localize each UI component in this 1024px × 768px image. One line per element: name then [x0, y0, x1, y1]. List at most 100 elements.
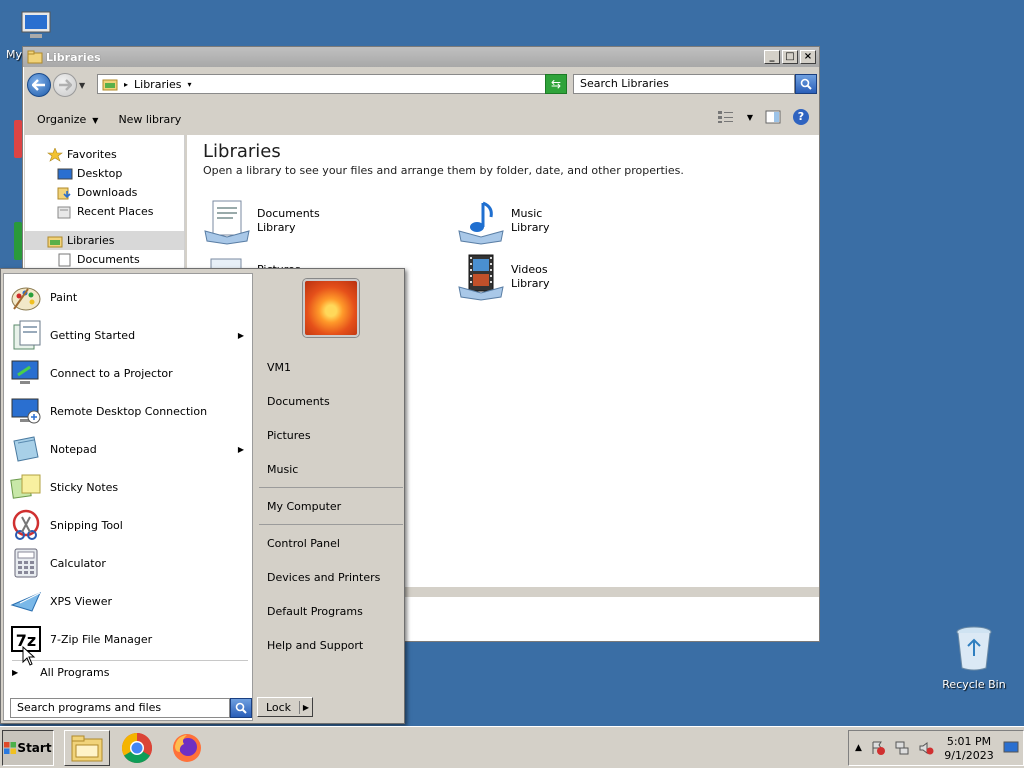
- user-picture-flower[interactable]: [303, 279, 359, 337]
- clock-date: 9/1/2023: [944, 749, 994, 762]
- firefox-icon: [173, 734, 201, 762]
- taskbar-explorer[interactable]: [64, 730, 110, 766]
- view-options-dropdown-icon[interactable]: ▼: [747, 113, 753, 122]
- library-music[interactable]: Music Library: [457, 197, 549, 245]
- desktop-icon-recycle-bin[interactable]: Recycle Bin: [934, 624, 1014, 691]
- all-programs-button[interactable]: ▶ All Programs: [12, 666, 109, 679]
- show-hidden-icons-icon[interactable]: ▲: [855, 743, 862, 753]
- place-control-panel[interactable]: Control Panel: [267, 537, 340, 550]
- desktop-icon: [57, 168, 73, 179]
- nav-item-favorites[interactable]: Favorites: [25, 145, 184, 164]
- library-videos[interactable]: Videos Library: [457, 253, 549, 301]
- nav-item-downloads[interactable]: Downloads: [25, 183, 184, 202]
- maximize-button[interactable]: □: [782, 50, 798, 64]
- action-center-flag-icon[interactable]: [870, 740, 886, 756]
- documents-icon: [58, 253, 71, 266]
- program-label: Connect to a Projector: [50, 366, 173, 380]
- start-label: Start: [17, 741, 52, 755]
- search-libraries-input[interactable]: Search Libraries: [573, 74, 795, 94]
- address-bar-row: ▼ ▸ Libraries ▾ ▼ ⇆ Search Libraries: [23, 71, 819, 99]
- nav-item-documents[interactable]: Documents: [25, 250, 184, 269]
- program-7zip[interactable]: 7z 7-Zip File Manager: [10, 622, 250, 656]
- nav-label: Favorites: [67, 148, 117, 161]
- program-notepad[interactable]: Notepad ▶: [10, 432, 250, 466]
- show-desktop-icon[interactable]: [1003, 741, 1019, 755]
- nav-label: Desktop: [77, 167, 123, 180]
- program-label: Notepad: [50, 442, 97, 456]
- nav-label: Libraries: [67, 234, 115, 247]
- page-title: Libraries: [203, 141, 281, 162]
- search-icon: [800, 78, 812, 90]
- programs-separator: [12, 660, 248, 661]
- recent-pages-dropdown[interactable]: ▼: [79, 81, 85, 90]
- place-devices-printers[interactable]: Devices and Printers: [267, 571, 380, 584]
- close-button[interactable]: ×: [800, 50, 816, 64]
- program-remote-desktop[interactable]: Remote Desktop Connection: [10, 394, 250, 428]
- taskbar-chrome[interactable]: [114, 730, 160, 766]
- library-type: Library: [511, 277, 550, 290]
- window-titlebar[interactable]: Libraries _ □ ×: [23, 47, 819, 67]
- organize-label: Organize: [37, 112, 87, 126]
- nav-item-libraries[interactable]: Libraries: [25, 231, 184, 250]
- desktop-icon-partial[interactable]: [14, 222, 22, 260]
- lock-button[interactable]: Lock ▶: [257, 697, 313, 717]
- search-button[interactable]: [795, 74, 817, 94]
- new-library-button[interactable]: New library: [112, 113, 195, 126]
- refresh-button[interactable]: ⇆: [545, 74, 567, 94]
- snipping-tool-icon: [12, 509, 40, 540]
- place-default-programs[interactable]: Default Programs: [267, 605, 363, 618]
- breadcrumb-separator-icon[interactable]: ▸: [124, 80, 128, 89]
- program-sticky-notes[interactable]: Sticky Notes: [10, 470, 250, 504]
- place-documents[interactable]: Documents: [267, 395, 330, 408]
- clock[interactable]: 5:01 PM 9/1/2023: [941, 735, 997, 763]
- downloads-folder-icon: [57, 187, 71, 199]
- forward-arrow-icon: [59, 79, 72, 91]
- organize-button[interactable]: Organize ▼: [23, 113, 112, 126]
- change-view-icon[interactable]: [717, 110, 735, 124]
- chevron-right-icon: ▶: [12, 668, 19, 677]
- forward-button[interactable]: [53, 73, 77, 97]
- place-pictures[interactable]: Pictures: [267, 429, 311, 442]
- minimize-button[interactable]: _: [764, 50, 780, 64]
- projector-icon: [11, 360, 39, 384]
- nav-item-desktop[interactable]: Desktop: [25, 164, 184, 183]
- library-name: Documents: [257, 207, 320, 220]
- breadcrumb-libraries[interactable]: Libraries: [134, 78, 182, 91]
- program-connect-projector[interactable]: Connect to a Projector: [10, 356, 250, 390]
- nav-item-recent-places[interactable]: Recent Places: [25, 202, 184, 221]
- desktop-icon-partial[interactable]: [14, 120, 22, 158]
- back-button[interactable]: [27, 73, 51, 97]
- address-field[interactable]: ▸ Libraries ▾ ▼: [97, 74, 567, 94]
- place-music[interactable]: Music: [267, 463, 298, 476]
- start-search-button[interactable]: [230, 698, 252, 718]
- place-help-support[interactable]: Help and Support: [267, 639, 363, 652]
- program-label: Paint: [50, 290, 78, 304]
- program-getting-started[interactable]: Getting Started ▶: [10, 318, 250, 352]
- places-separator: [259, 524, 403, 525]
- program-label: 7-Zip File Manager: [50, 632, 153, 646]
- program-snipping-tool[interactable]: Snipping Tool: [10, 508, 250, 542]
- getting-started-icon: [13, 320, 41, 350]
- program-label: XPS Viewer: [50, 594, 113, 608]
- start-search-input[interactable]: Search programs and files: [10, 698, 230, 718]
- library-documents[interactable]: Documents Library: [203, 197, 320, 245]
- preview-pane-icon[interactable]: [765, 110, 781, 124]
- taskbar-firefox[interactable]: [164, 730, 210, 766]
- recycle-bin-icon: [956, 626, 992, 671]
- recent-places-icon: [57, 206, 71, 218]
- place-user-folder[interactable]: VM1: [267, 361, 291, 374]
- breadcrumb-dropdown-icon[interactable]: ▾: [188, 80, 192, 89]
- chevron-down-icon: ▼: [92, 115, 99, 125]
- volume-muted-icon[interactable]: [918, 740, 934, 756]
- program-paint[interactable]: Paint: [10, 280, 250, 314]
- help-icon[interactable]: ?: [793, 109, 809, 125]
- start-menu-places: VM1 Documents Pictures Music My Computer…: [257, 273, 403, 721]
- library-name: Videos: [511, 263, 548, 276]
- start-button[interactable]: Start: [2, 730, 54, 766]
- sticky-notes-icon: [10, 474, 41, 499]
- program-xps-viewer[interactable]: XPS Viewer: [10, 584, 250, 618]
- network-icon[interactable]: [894, 740, 910, 756]
- shutdown-options-arrow-icon[interactable]: ▶: [300, 703, 312, 712]
- program-calculator[interactable]: Calculator: [10, 546, 250, 580]
- place-my-computer[interactable]: My Computer: [267, 500, 341, 513]
